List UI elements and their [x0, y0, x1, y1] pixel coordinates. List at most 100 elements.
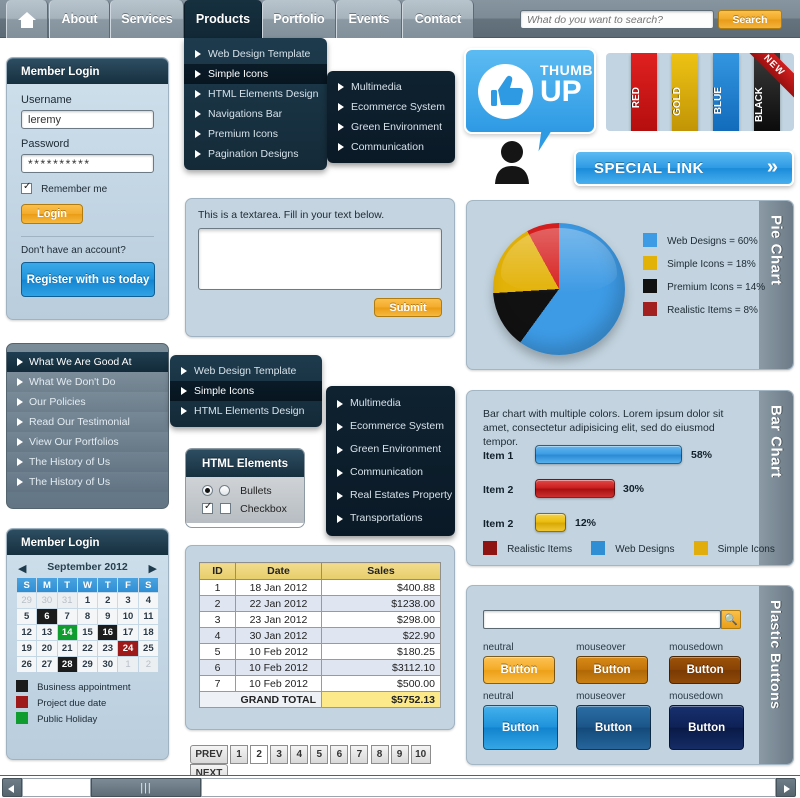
menu-item-simple-icons[interactable]: Simple Icons [184, 64, 327, 84]
calendar-day-business[interactable]: 28 [57, 657, 77, 672]
table-row[interactable]: 3 23 Jan 2012 $298.00 [199, 611, 441, 628]
calendar-day-holiday[interactable]: 14 [57, 625, 77, 640]
password-input[interactable] [21, 154, 154, 173]
vmenu-item-html-elements-design[interactable]: HTML Elements Design [170, 401, 322, 421]
accordion-item-what-we-dont-do[interactable]: What We Don't Do [7, 372, 168, 392]
checkbox-unchecked[interactable] [220, 503, 232, 514]
pagination-page-7[interactable]: 7 [350, 745, 369, 764]
menu-item-navigations-bar[interactable]: Navigations Bar [184, 104, 327, 124]
calendar-day[interactable]: 3 [118, 593, 138, 608]
pagination-page-3[interactable]: 3 [270, 745, 289, 764]
search-button[interactable]: Search [718, 10, 782, 29]
scroll-left-button[interactable] [2, 778, 22, 797]
plastic-search-input[interactable] [483, 610, 721, 629]
pagination-page-6[interactable]: 6 [330, 745, 349, 764]
submenu-item-ecommerce-system[interactable]: Ecommerce System [327, 97, 455, 117]
table-row[interactable]: 1 18 Jan 2012 $400.88 [199, 579, 441, 596]
color-tab-gold[interactable]: GOLD [672, 53, 698, 131]
calendar-day-due[interactable]: 24 [118, 641, 138, 656]
search-input[interactable] [520, 10, 714, 29]
blue-button-neutral[interactable]: Button [483, 705, 558, 750]
submenu-item-green-environment[interactable]: Green Environment [327, 117, 455, 137]
table-row[interactable]: 6 10 Feb 2012 $3112.10 [199, 659, 441, 676]
submit-button[interactable]: Submit [374, 298, 442, 317]
plastic-buttons-tab[interactable]: Plastic Buttons [759, 586, 793, 764]
nav-item-services[interactable]: Services [110, 0, 184, 38]
calendar-day[interactable]: 18 [138, 625, 158, 640]
pagination-page-2[interactable]: 2 [250, 745, 269, 764]
accordion-item-view-our-portfolios[interactable]: View Our Portfolios [7, 432, 168, 452]
nav-item-portfolio[interactable]: Portfolio [262, 0, 336, 38]
menu-item-html-elements-design[interactable]: HTML Elements Design [184, 84, 327, 104]
calendar-day[interactable]: 26 [17, 657, 37, 672]
calendar-day[interactable]: 30 [98, 657, 118, 672]
menu-item-web-design-template[interactable]: Web Design Template [184, 44, 327, 64]
calendar-day[interactable]: 5 [17, 609, 37, 624]
menu-item-premium-icons[interactable]: Premium Icons [184, 124, 327, 144]
calendar-day[interactable]: 21 [57, 641, 77, 656]
vsubmenu-item-green-environment[interactable]: Green Environment [326, 438, 455, 461]
pagination-page-4[interactable]: 4 [290, 745, 309, 764]
pagination-page-1[interactable]: 1 [230, 745, 249, 764]
calendar-day[interactable]: 20 [37, 641, 57, 656]
submenu-item-communication[interactable]: Communication [327, 137, 455, 157]
calendar-day[interactable]: 1 [118, 657, 138, 672]
accordion-item-read-our-testimonial[interactable]: Read Our Testimonial [7, 412, 168, 432]
calendar-day[interactable]: 29 [77, 657, 98, 672]
remember-me-checkbox[interactable] [21, 181, 32, 194]
pagination-prev[interactable]: PREV [190, 745, 228, 764]
calendar-day-business[interactable]: 6 [37, 609, 57, 624]
magnifier-icon[interactable]: 🔍 [721, 610, 741, 629]
vsubmenu-item-transportations[interactable]: Transportations [326, 507, 455, 530]
calendar-day[interactable]: 4 [138, 593, 158, 608]
color-tab-red[interactable]: RED [631, 53, 657, 131]
pagination-page-8[interactable]: 8 [370, 745, 389, 764]
accordion-item-the-history-of-us-1[interactable]: The History of Us [7, 452, 168, 472]
calendar-day[interactable]: 2 [98, 593, 118, 608]
calendar-day[interactable]: 1 [77, 593, 98, 608]
submenu-item-multimedia[interactable]: Multimedia [327, 77, 455, 97]
calendar-day[interactable]: 30 [37, 593, 57, 608]
calendar-prev-month-button[interactable]: ◀ [18, 562, 26, 575]
orange-button-mousedown[interactable]: Button [669, 656, 742, 684]
calendar-day[interactable]: 7 [57, 609, 77, 624]
pagination-page-5[interactable]: 5 [310, 745, 329, 764]
calendar-day[interactable]: 23 [98, 641, 118, 656]
orange-button-mouseover[interactable]: Button [576, 656, 649, 684]
vmenu-item-web-design-template[interactable]: Web Design Template [170, 361, 322, 381]
radio-bullets-selected[interactable] [202, 485, 213, 496]
username-input[interactable] [21, 110, 154, 129]
checkbox-checked[interactable] [202, 501, 213, 514]
calendar-day[interactable]: 22 [77, 641, 98, 656]
scroll-thumb[interactable]: ||| [91, 778, 201, 797]
login-button[interactable]: Login [21, 204, 83, 224]
calendar-day-business[interactable]: 16 [98, 625, 118, 640]
bar-chart-tab[interactable]: Bar Chart [759, 391, 793, 565]
menu-item-pagination-designs[interactable]: Pagination Designs [184, 144, 327, 164]
table-row[interactable]: 5 10 Feb 2012 $180.25 [199, 643, 441, 660]
calendar-day[interactable]: 9 [98, 609, 118, 624]
vmenu-item-simple-icons[interactable]: Simple Icons [170, 381, 322, 401]
vsubmenu-item-communication[interactable]: Communication [326, 461, 455, 484]
nav-item-contact[interactable]: Contact [402, 0, 474, 38]
vsubmenu-item-multimedia[interactable]: Multimedia [326, 392, 455, 415]
calendar-day[interactable]: 27 [37, 657, 57, 672]
accordion-item-the-history-of-us-2[interactable]: The History of Us [7, 472, 168, 492]
pagination-page-9[interactable]: 9 [390, 745, 409, 764]
nav-item-events[interactable]: Events [336, 0, 402, 38]
scroll-right-button[interactable] [776, 778, 796, 797]
table-row[interactable]: 7 10 Feb 2012 $500.00 [199, 675, 441, 692]
blue-button-mousedown[interactable]: Button [669, 705, 745, 750]
calendar-day[interactable]: 11 [138, 609, 158, 624]
special-link-button[interactable]: SPECIAL LINK » [574, 150, 794, 186]
scroll-track-right[interactable] [201, 778, 776, 797]
blue-button-mouseover[interactable]: Button [576, 705, 652, 750]
accordion-item-our-policies[interactable]: Our Policies [7, 392, 168, 412]
calendar-day[interactable]: 31 [57, 593, 77, 608]
color-tab-blue[interactable]: BLUE [713, 53, 739, 131]
radio-bullets-unselected[interactable] [219, 485, 231, 496]
nav-home-button[interactable] [6, 0, 48, 38]
vsubmenu-item-ecommerce-system[interactable]: Ecommerce System [326, 415, 455, 438]
calendar-day[interactable]: 19 [17, 641, 37, 656]
calendar-day[interactable]: 10 [118, 609, 138, 624]
